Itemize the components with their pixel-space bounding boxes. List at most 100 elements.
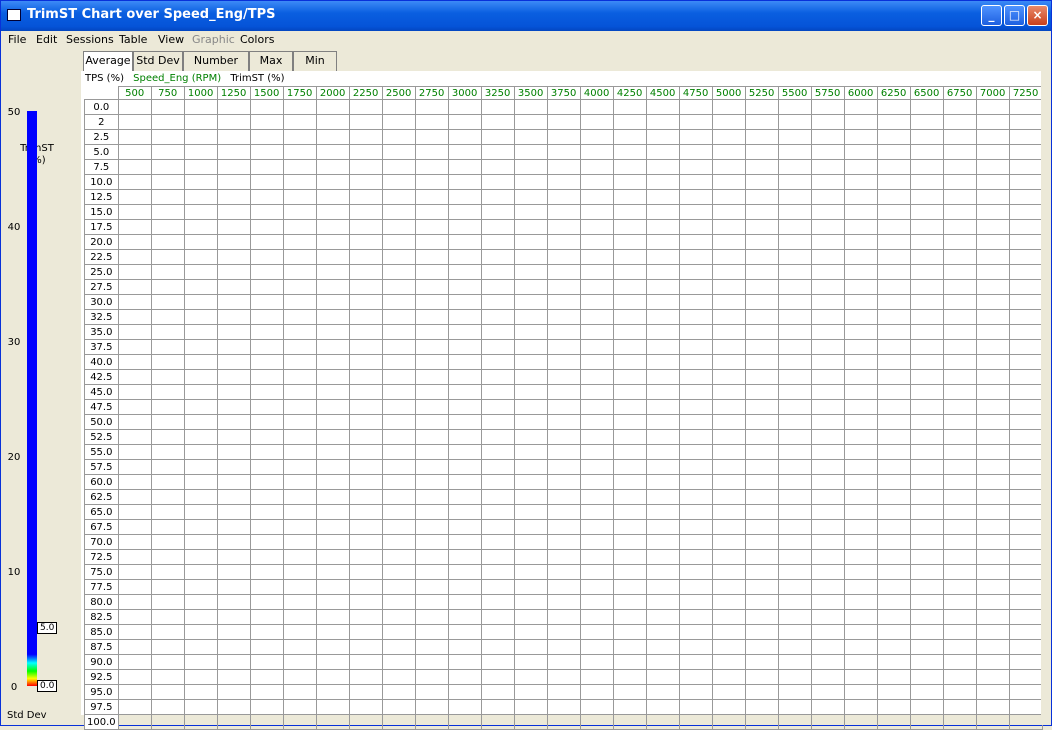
grid-cell[interactable] <box>348 99 383 115</box>
grid-cell[interactable] <box>612 564 647 580</box>
grid-cell[interactable] <box>711 474 746 490</box>
grid-cell[interactable] <box>1008 249 1043 265</box>
grid-cell[interactable] <box>612 369 647 385</box>
grid-cell[interactable] <box>150 174 185 190</box>
grid-cell[interactable] <box>678 399 713 415</box>
grid-cell[interactable] <box>711 129 746 145</box>
grid-cell[interactable] <box>612 579 647 595</box>
grid-cell[interactable] <box>975 444 1010 460</box>
grid-cell[interactable] <box>942 609 977 625</box>
grid-cell[interactable] <box>282 369 317 385</box>
grid-cell[interactable] <box>711 654 746 670</box>
grid-cell[interactable] <box>381 549 416 565</box>
grid-cell[interactable] <box>942 279 977 295</box>
grid-cell[interactable] <box>744 159 779 175</box>
grid-cell[interactable] <box>348 579 383 595</box>
grid-cell[interactable] <box>876 129 911 145</box>
grid-cell[interactable] <box>348 624 383 640</box>
grid-cell[interactable] <box>546 684 581 700</box>
grid-cell[interactable] <box>843 639 878 655</box>
grid-cell[interactable] <box>1008 159 1043 175</box>
grid-cell[interactable] <box>183 129 218 145</box>
grid-cell[interactable] <box>414 399 449 415</box>
grid-cell[interactable] <box>777 234 812 250</box>
grid-cell[interactable] <box>942 114 977 130</box>
grid-cell[interactable] <box>711 219 746 235</box>
grid-cell[interactable] <box>876 309 911 325</box>
grid-cell[interactable] <box>546 219 581 235</box>
grid-cell[interactable] <box>678 714 713 730</box>
grid-cell[interactable] <box>381 294 416 310</box>
grid-cell[interactable] <box>249 594 284 610</box>
grid-cell[interactable] <box>942 354 977 370</box>
grid-cell[interactable] <box>546 99 581 115</box>
grid-cell[interactable] <box>150 654 185 670</box>
grid-cell[interactable] <box>546 549 581 565</box>
grid-cell[interactable] <box>513 219 548 235</box>
grid-cell[interactable] <box>1008 189 1043 205</box>
grid-cell[interactable] <box>843 114 878 130</box>
grid-cell[interactable] <box>216 534 251 550</box>
grid-cell[interactable] <box>612 444 647 460</box>
grid-cell[interactable] <box>777 399 812 415</box>
grid-cell[interactable] <box>645 504 680 520</box>
grid-cell[interactable] <box>876 99 911 115</box>
tab-min[interactable]: Min <box>293 51 337 71</box>
grid-cell[interactable] <box>216 654 251 670</box>
grid-cell[interactable] <box>975 234 1010 250</box>
grid-cell[interactable] <box>414 534 449 550</box>
grid-cell[interactable] <box>414 639 449 655</box>
grid-cell[interactable] <box>777 414 812 430</box>
grid-cell[interactable] <box>645 594 680 610</box>
grid-cell[interactable] <box>249 129 284 145</box>
grid-cell[interactable] <box>810 684 845 700</box>
grid-cell[interactable] <box>414 159 449 175</box>
grid-cell[interactable] <box>645 549 680 565</box>
grid-cell[interactable] <box>348 504 383 520</box>
grid-cell[interactable] <box>777 579 812 595</box>
grid-cell[interactable] <box>447 684 482 700</box>
grid-cell[interactable] <box>282 624 317 640</box>
grid-cell[interactable] <box>744 474 779 490</box>
grid-cell[interactable] <box>414 309 449 325</box>
grid-cell[interactable] <box>513 354 548 370</box>
grid-cell[interactable] <box>150 534 185 550</box>
grid-cell[interactable] <box>876 144 911 160</box>
grid-cell[interactable] <box>381 129 416 145</box>
grid-cell[interactable] <box>909 459 944 475</box>
grid-cell[interactable] <box>777 384 812 400</box>
grid-cell[interactable] <box>876 609 911 625</box>
grid-cell[interactable] <box>909 144 944 160</box>
grid-cell[interactable] <box>282 474 317 490</box>
grid-cell[interactable] <box>975 144 1010 160</box>
grid-cell[interactable] <box>678 189 713 205</box>
grid-cell[interactable] <box>381 459 416 475</box>
grid-cell[interactable] <box>975 714 1010 730</box>
grid-cell[interactable] <box>348 534 383 550</box>
grid-cell[interactable] <box>678 429 713 445</box>
grid-cell[interactable] <box>381 369 416 385</box>
grid-cell[interactable] <box>645 609 680 625</box>
grid-cell[interactable] <box>843 354 878 370</box>
grid-cell[interactable] <box>282 144 317 160</box>
grid-cell[interactable] <box>117 594 152 610</box>
grid-cell[interactable] <box>876 294 911 310</box>
grid-cell[interactable] <box>414 279 449 295</box>
grid-cell[interactable] <box>942 159 977 175</box>
grid-cell[interactable] <box>1008 219 1043 235</box>
grid-cell[interactable] <box>150 519 185 535</box>
grid-cell[interactable] <box>579 654 614 670</box>
grid-cell[interactable] <box>810 384 845 400</box>
grid-cell[interactable] <box>975 354 1010 370</box>
grid-cell[interactable] <box>579 444 614 460</box>
grid-cell[interactable] <box>480 474 515 490</box>
grid-cell[interactable] <box>744 429 779 445</box>
grid-cell[interactable] <box>117 279 152 295</box>
grid-cell[interactable] <box>315 234 350 250</box>
grid-cell[interactable] <box>810 99 845 115</box>
grid-cell[interactable] <box>381 489 416 505</box>
grid-cell[interactable] <box>942 639 977 655</box>
scale-marker-low[interactable]: 0.0 <box>37 680 58 692</box>
grid-cell[interactable] <box>876 684 911 700</box>
grid-cell[interactable] <box>315 264 350 280</box>
